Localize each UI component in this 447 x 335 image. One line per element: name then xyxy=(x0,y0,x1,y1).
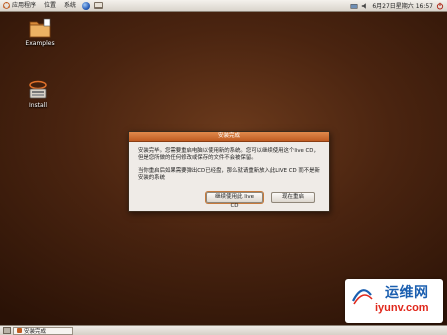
web-browser-launcher-icon[interactable] xyxy=(82,1,91,10)
site-watermark: 运维网 iyunv.com xyxy=(345,279,443,323)
window-icon xyxy=(17,328,22,333)
dialog-message-1: 安装完毕。您需要重启电脑以使用新的系统。您可以继续使用这个live CD，但是您… xyxy=(138,148,319,162)
menu-system[interactable]: 系统 xyxy=(60,0,80,12)
taskbar-item-label: 安装完成 xyxy=(24,328,47,335)
watermark-logo-icon xyxy=(352,289,373,305)
clock[interactable]: 6月27日星期六 16:57 xyxy=(372,1,433,10)
dialog-body: 安装完毕。您需要重启电脑以使用新的系统。您可以继续使用这个live CD，但是您… xyxy=(129,142,329,183)
menu-applications[interactable]: 应用程序 xyxy=(0,0,40,12)
taskbar-item-install-complete[interactable]: 安装完成 xyxy=(13,326,73,335)
top-panel: 应用程序 位置 系统 6月27日星期六 16:57 xyxy=(0,0,447,12)
menu-places[interactable]: 位置 xyxy=(40,0,60,12)
desktop-icon-examples-label: Examples xyxy=(25,40,55,47)
watermark-en-text: iyunv.com xyxy=(375,302,429,314)
restart-now-button[interactable]: 现在重启 xyxy=(271,192,315,203)
folder-icon xyxy=(29,18,51,38)
menu-applications-label: 应用程序 xyxy=(12,1,37,9)
desktop-icon-install-label: Install xyxy=(28,102,48,109)
dialog-message-2: 当你重启后如果需要弹出CD已经盘，那么就请重新放入此LIVE CD 而不是新安装… xyxy=(138,167,320,182)
panel-tray: 6月27日星期六 16:57 xyxy=(350,1,447,10)
install-complete-dialog: 安装完成 安装完毕。您需要重启电脑以使用新的系统。您可以继续使用这个live C… xyxy=(128,131,330,212)
network-icon[interactable] xyxy=(350,2,358,10)
installer-icon xyxy=(29,80,47,99)
ubuntu-logo-icon xyxy=(3,2,10,9)
dialog-button-row: 继续使用此 live CD 现在重启 xyxy=(206,192,315,209)
mail-launcher-icon[interactable] xyxy=(94,2,104,9)
desktop-icon-examples[interactable]: Examples xyxy=(20,18,60,47)
bottom-panel: 安装完成 xyxy=(0,325,447,335)
dialog-titlebar[interactable]: 安装完成 xyxy=(129,132,329,142)
show-desktop-button[interactable] xyxy=(3,327,11,334)
watermark-cn-text: 运维网 xyxy=(385,285,429,301)
power-icon[interactable] xyxy=(436,2,444,10)
volume-icon[interactable] xyxy=(361,2,369,10)
desktop: 应用程序 位置 系统 6月27日星期六 16:57 Examples Insta… xyxy=(0,0,447,335)
desktop-icon-install[interactable]: Install xyxy=(18,80,58,109)
continue-live-cd-button[interactable]: 继续使用此 live CD xyxy=(206,192,263,209)
